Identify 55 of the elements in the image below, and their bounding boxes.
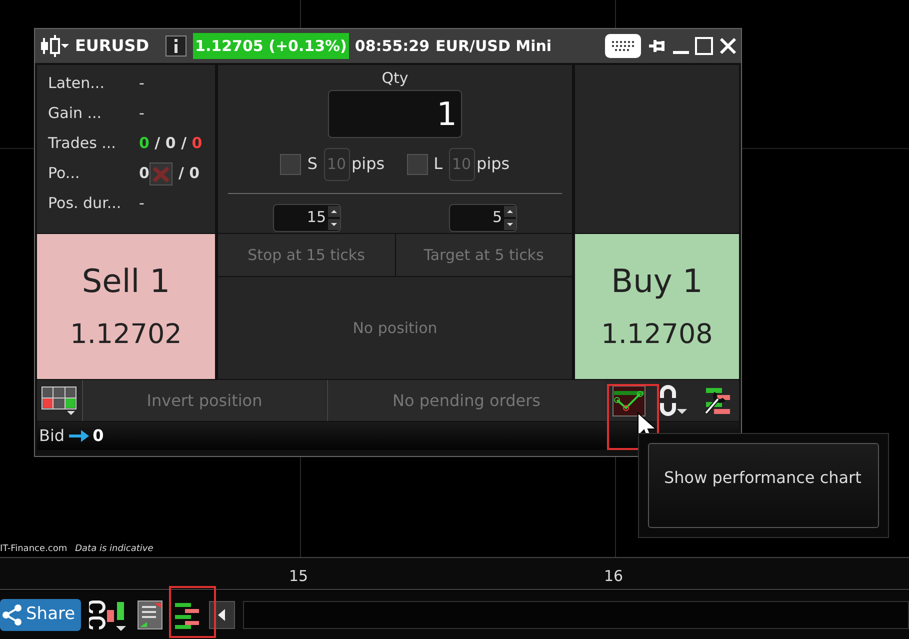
stat-label: Gain ... bbox=[48, 103, 103, 124]
stat-label: Laten... bbox=[48, 73, 106, 94]
invert-position-button[interactable]: Invert position bbox=[82, 380, 326, 421]
pin-icon[interactable] bbox=[647, 37, 667, 55]
left-arrow-icon bbox=[218, 609, 226, 621]
bid-label: Bid bbox=[39, 425, 65, 447]
clock-time: 08:55:29 bbox=[354, 36, 430, 57]
instrument-name: EUR/USD Mini bbox=[436, 36, 552, 57]
stat-value: - bbox=[139, 73, 144, 94]
checkbox-label: S bbox=[307, 153, 318, 175]
report-icon[interactable] bbox=[137, 600, 164, 630]
target-button[interactable]: Target at 5 ticks bbox=[396, 234, 572, 276]
pending-orders-button[interactable]: No pending orders bbox=[327, 380, 605, 421]
number-spinner[interactable]: 5 bbox=[449, 204, 517, 232]
unit-label: pips bbox=[476, 153, 510, 175]
keyboard-icon[interactable] bbox=[605, 34, 641, 58]
stat-label: Trades ... bbox=[48, 133, 117, 154]
unit-label: pips bbox=[352, 153, 385, 175]
site-credit: IT-Finance.com bbox=[0, 543, 68, 556]
spinner-arrows-icon[interactable] bbox=[328, 206, 340, 230]
number-spinner[interactable]: 15 bbox=[273, 204, 341, 232]
performance-chart-icon[interactable] bbox=[612, 384, 646, 416]
data-disclaimer: Data is indicative bbox=[75, 543, 154, 556]
stat-value: - bbox=[139, 103, 144, 124]
bid-value: 0 bbox=[92, 425, 104, 447]
symbol-label[interactable]: EURUSD bbox=[75, 34, 150, 58]
axis-label: 15 bbox=[289, 566, 308, 587]
position-total: / 0 bbox=[178, 163, 200, 184]
trades-value: 0 / 0 / 0 bbox=[139, 133, 202, 154]
link-icon[interactable] bbox=[658, 384, 688, 416]
qty-field[interactable]: 1 bbox=[328, 90, 462, 138]
stat-label: Pos. dur... bbox=[48, 193, 122, 214]
sell-button[interactable]: Sell 1 1.12702 bbox=[37, 234, 215, 379]
candlestick-icon[interactable] bbox=[39, 34, 69, 58]
position-value: 0 bbox=[139, 163, 150, 184]
scroll-track[interactable] bbox=[243, 601, 909, 629]
stat-label: Po... bbox=[48, 163, 81, 184]
share-icon bbox=[2, 604, 22, 626]
stop-button[interactable]: Stop at 15 ticks bbox=[218, 234, 394, 276]
buy-button[interactable]: Buy 1 1.12708 bbox=[575, 234, 739, 379]
share-button[interactable]: Share bbox=[0, 599, 82, 631]
checkbox-label: L bbox=[434, 153, 443, 175]
close-icon[interactable] bbox=[719, 37, 737, 55]
spinner-arrows-icon[interactable] bbox=[504, 206, 516, 230]
scroll-left-button[interactable] bbox=[209, 601, 236, 629]
position-status: No position bbox=[352, 318, 438, 339]
axis-label: 16 bbox=[604, 566, 624, 587]
info-icon[interactable] bbox=[165, 35, 188, 57]
grid-layout-icon[interactable] bbox=[41, 386, 77, 416]
stat-value: - bbox=[139, 193, 144, 214]
maximize-icon[interactable] bbox=[695, 37, 713, 55]
tooltip: Show performance chart bbox=[648, 443, 879, 528]
qty-label: Qty bbox=[382, 68, 408, 89]
price-change-badge: 1.12705 (+0.13%) bbox=[193, 33, 349, 59]
right-arrow-icon bbox=[68, 430, 89, 442]
